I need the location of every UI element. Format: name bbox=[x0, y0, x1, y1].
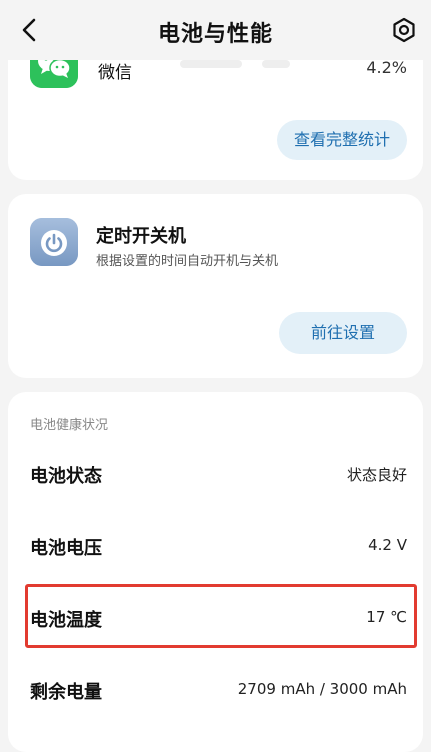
scheduled-power-title: 定时开关机 bbox=[96, 226, 186, 247]
battery-status-row: 电池状态 状态良好 bbox=[8, 454, 423, 494]
go-to-settings-button[interactable]: 前往设置 bbox=[279, 312, 407, 354]
page-title: 电池与性能 bbox=[157, 22, 273, 47]
view-full-stats-button[interactable]: 查看完整统计 bbox=[277, 120, 407, 160]
battery-voltage-label: 电池电压 bbox=[30, 538, 102, 559]
power-icon bbox=[30, 218, 78, 266]
gear-icon[interactable] bbox=[391, 17, 417, 43]
usage-bar-placeholder bbox=[180, 60, 242, 68]
remaining-capacity-value: 2709 mAh / 3000 mAh bbox=[237, 680, 407, 698]
battery-status-value: 状态良好 bbox=[346, 466, 407, 484]
app-name: 微信 bbox=[98, 63, 132, 83]
top-bar: 电池与性能 bbox=[0, 0, 431, 60]
temperature-highlight-box bbox=[25, 584, 417, 648]
scheduled-power-card: 定时开关机 根据设置的时间自动开机与关机 前往设置 bbox=[8, 194, 423, 378]
battery-status-label: 电池状态 bbox=[30, 466, 102, 487]
remaining-capacity-row: 剩余电量 2709 mAh / 3000 mAh bbox=[8, 670, 423, 710]
battery-voltage-value: 4.2 V bbox=[368, 536, 407, 554]
section-title: 电池健康状况 bbox=[30, 418, 109, 433]
remaining-capacity-label: 剩余电量 bbox=[30, 682, 102, 703]
app-usage-percent: 4.2% bbox=[366, 58, 407, 77]
scheduled-power-description: 根据设置的时间自动开机与关机 bbox=[96, 254, 279, 269]
battery-health-card: 电池健康状况 电池状态 状态良好 电池电压 4.2 V 电池温度 17 ℃ 剩余… bbox=[8, 392, 423, 752]
battery-voltage-row: 电池电压 4.2 V bbox=[8, 526, 423, 566]
usage-bar-placeholder bbox=[262, 60, 290, 68]
